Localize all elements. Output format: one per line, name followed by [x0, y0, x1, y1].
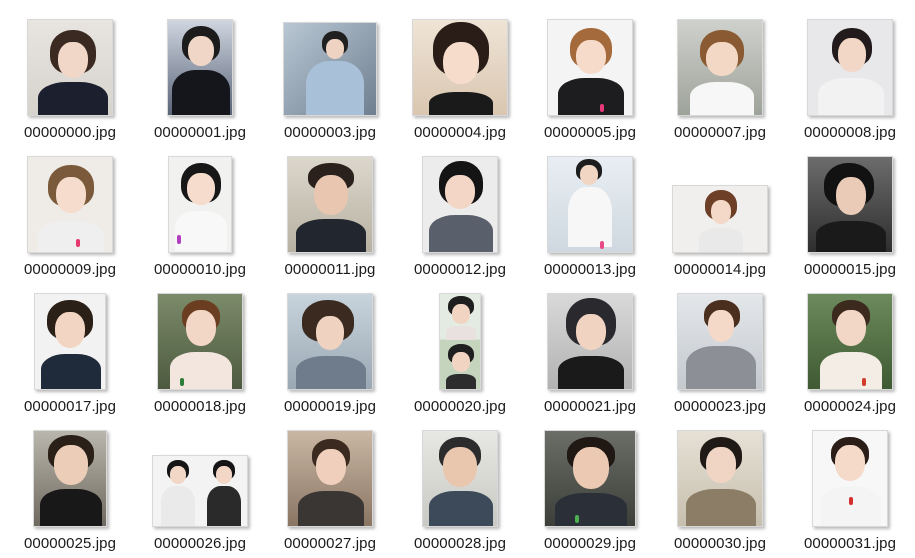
file-explorer-content: 00000000.jpg ​ 00000001.jpg [0, 0, 915, 558]
file-item[interactable]: 00000023.jpg [655, 282, 785, 419]
watermark-logo: ​ [188, 100, 192, 107]
file-name: 00000015.jpg [803, 261, 897, 278]
file-name: 00000004.jpg [413, 124, 507, 141]
image-thumbnail[interactable] [152, 455, 248, 527]
file-name: 00000025.jpg [23, 535, 117, 552]
file-item[interactable]: ​ 00000024.jpg [785, 282, 915, 419]
image-thumbnail[interactable] [287, 156, 373, 253]
file-item[interactable]: ​ 00000029.jpg [525, 419, 655, 556]
watermark-logo: ​ [849, 497, 853, 505]
file-item[interactable]: 00000030.jpg [655, 419, 785, 556]
image-thumbnail[interactable]: ​ [807, 293, 893, 390]
image-thumbnail[interactable] [672, 185, 768, 253]
image-thumbnail[interactable] [27, 19, 113, 116]
file-item[interactable]: 00000028.jpg [395, 419, 525, 556]
image-thumbnail[interactable] [283, 22, 377, 116]
file-item[interactable]: 00000021.jpg [525, 282, 655, 419]
file-name: 00000011.jpg [284, 261, 376, 278]
file-name: 00000007.jpg [673, 124, 767, 141]
file-name: 00000014.jpg [673, 261, 767, 278]
file-name: 00000003.jpg [283, 124, 377, 141]
file-grid: 00000000.jpg ​ 00000001.jpg [0, 0, 915, 558]
file-item[interactable]: ​ 00000010.jpg [135, 145, 265, 282]
image-thumbnail[interactable] [287, 430, 373, 527]
file-item[interactable]: 00000015.jpg [785, 145, 915, 282]
file-item[interactable]: 00000020.jpg [395, 282, 525, 419]
image-thumbnail[interactable] [677, 430, 763, 527]
file-item[interactable]: ​ 00000005.jpg [525, 8, 655, 145]
file-name: 00000020.jpg [413, 398, 507, 415]
image-thumbnail[interactable]: ​ [547, 156, 633, 253]
file-name: 00000023.jpg [673, 398, 767, 415]
watermark-logo: ​ [575, 515, 579, 523]
file-name: 00000012.jpg [413, 261, 507, 278]
file-name: 00000013.jpg [543, 261, 637, 278]
image-thumbnail[interactable] [807, 19, 893, 116]
file-name: 00000021.jpg [543, 398, 637, 415]
image-thumbnail[interactable]: ​ [167, 19, 233, 116]
file-item[interactable]: 00000008.jpg [785, 8, 915, 145]
file-name: 00000019.jpg [283, 398, 377, 415]
image-thumbnail[interactable] [412, 19, 508, 116]
file-item[interactable]: 00000012.jpg [395, 145, 525, 282]
file-name: 00000030.jpg [673, 535, 767, 552]
image-thumbnail[interactable] [807, 156, 893, 253]
file-item[interactable]: ​ 00000001.jpg [135, 8, 265, 145]
file-name: 00000008.jpg [803, 124, 897, 141]
image-thumbnail[interactable] [547, 293, 633, 390]
file-name: 00000031.jpg [803, 535, 897, 552]
image-thumbnail[interactable]: ​ [27, 156, 113, 253]
image-thumbnail[interactable] [287, 293, 373, 390]
file-item[interactable]: 00000027.jpg [265, 419, 395, 556]
watermark-logo: ​ [180, 378, 184, 386]
file-item[interactable]: 00000007.jpg [655, 8, 785, 145]
watermark-logo: ​ [862, 378, 866, 386]
image-thumbnail[interactable]: ​ [812, 430, 888, 527]
image-thumbnail[interactable] [439, 293, 481, 390]
file-name: 00000001.jpg [153, 124, 247, 141]
file-item[interactable]: ​ 00000018.jpg [135, 282, 265, 419]
image-thumbnail[interactable] [34, 293, 106, 390]
file-item[interactable]: 00000019.jpg [265, 282, 395, 419]
watermark-logo: ​ [600, 241, 604, 249]
file-name: 00000018.jpg [153, 398, 247, 415]
file-name: 00000028.jpg [413, 535, 507, 552]
image-thumbnail[interactable]: ​ [157, 293, 243, 390]
file-item[interactable]: 00000025.jpg [5, 419, 135, 556]
file-name: 00000029.jpg [543, 535, 637, 552]
file-name: 00000017.jpg [23, 398, 117, 415]
file-name: 00000000.jpg [23, 124, 117, 141]
file-item[interactable]: 00000004.jpg [395, 8, 525, 145]
file-item[interactable]: ​ 00000009.jpg [5, 145, 135, 282]
file-name: 00000010.jpg [153, 261, 247, 278]
file-name: 00000027.jpg [283, 535, 377, 552]
file-item[interactable]: ​ 00000031.jpg [785, 419, 915, 556]
file-item[interactable]: 00000026.jpg [135, 419, 265, 556]
image-thumbnail[interactable] [677, 19, 763, 116]
image-thumbnail[interactable] [33, 430, 107, 527]
file-item[interactable]: ​ 00000013.jpg [525, 145, 655, 282]
watermark-logo: ​ [76, 239, 80, 247]
file-item[interactable]: 00000003.jpg [265, 8, 395, 145]
image-thumbnail[interactable]: ​ [168, 156, 232, 253]
image-thumbnail[interactable] [677, 293, 763, 390]
file-item[interactable]: 00000014.jpg [655, 145, 785, 282]
image-thumbnail[interactable] [422, 430, 498, 527]
image-thumbnail[interactable]: ​ [547, 19, 633, 116]
file-item[interactable]: 00000000.jpg [5, 8, 135, 145]
file-name: 00000026.jpg [153, 535, 247, 552]
file-item[interactable]: 00000011.jpg [265, 145, 395, 282]
image-thumbnail[interactable]: ​ [544, 430, 636, 527]
file-item[interactable]: 00000017.jpg [5, 282, 135, 419]
watermark-logo: ​ [177, 235, 181, 244]
file-name: 00000005.jpg [543, 124, 637, 141]
file-name: 00000024.jpg [803, 398, 897, 415]
watermark-logo: ​ [600, 104, 604, 112]
image-thumbnail[interactable] [422, 156, 498, 253]
file-name: 00000009.jpg [23, 261, 117, 278]
